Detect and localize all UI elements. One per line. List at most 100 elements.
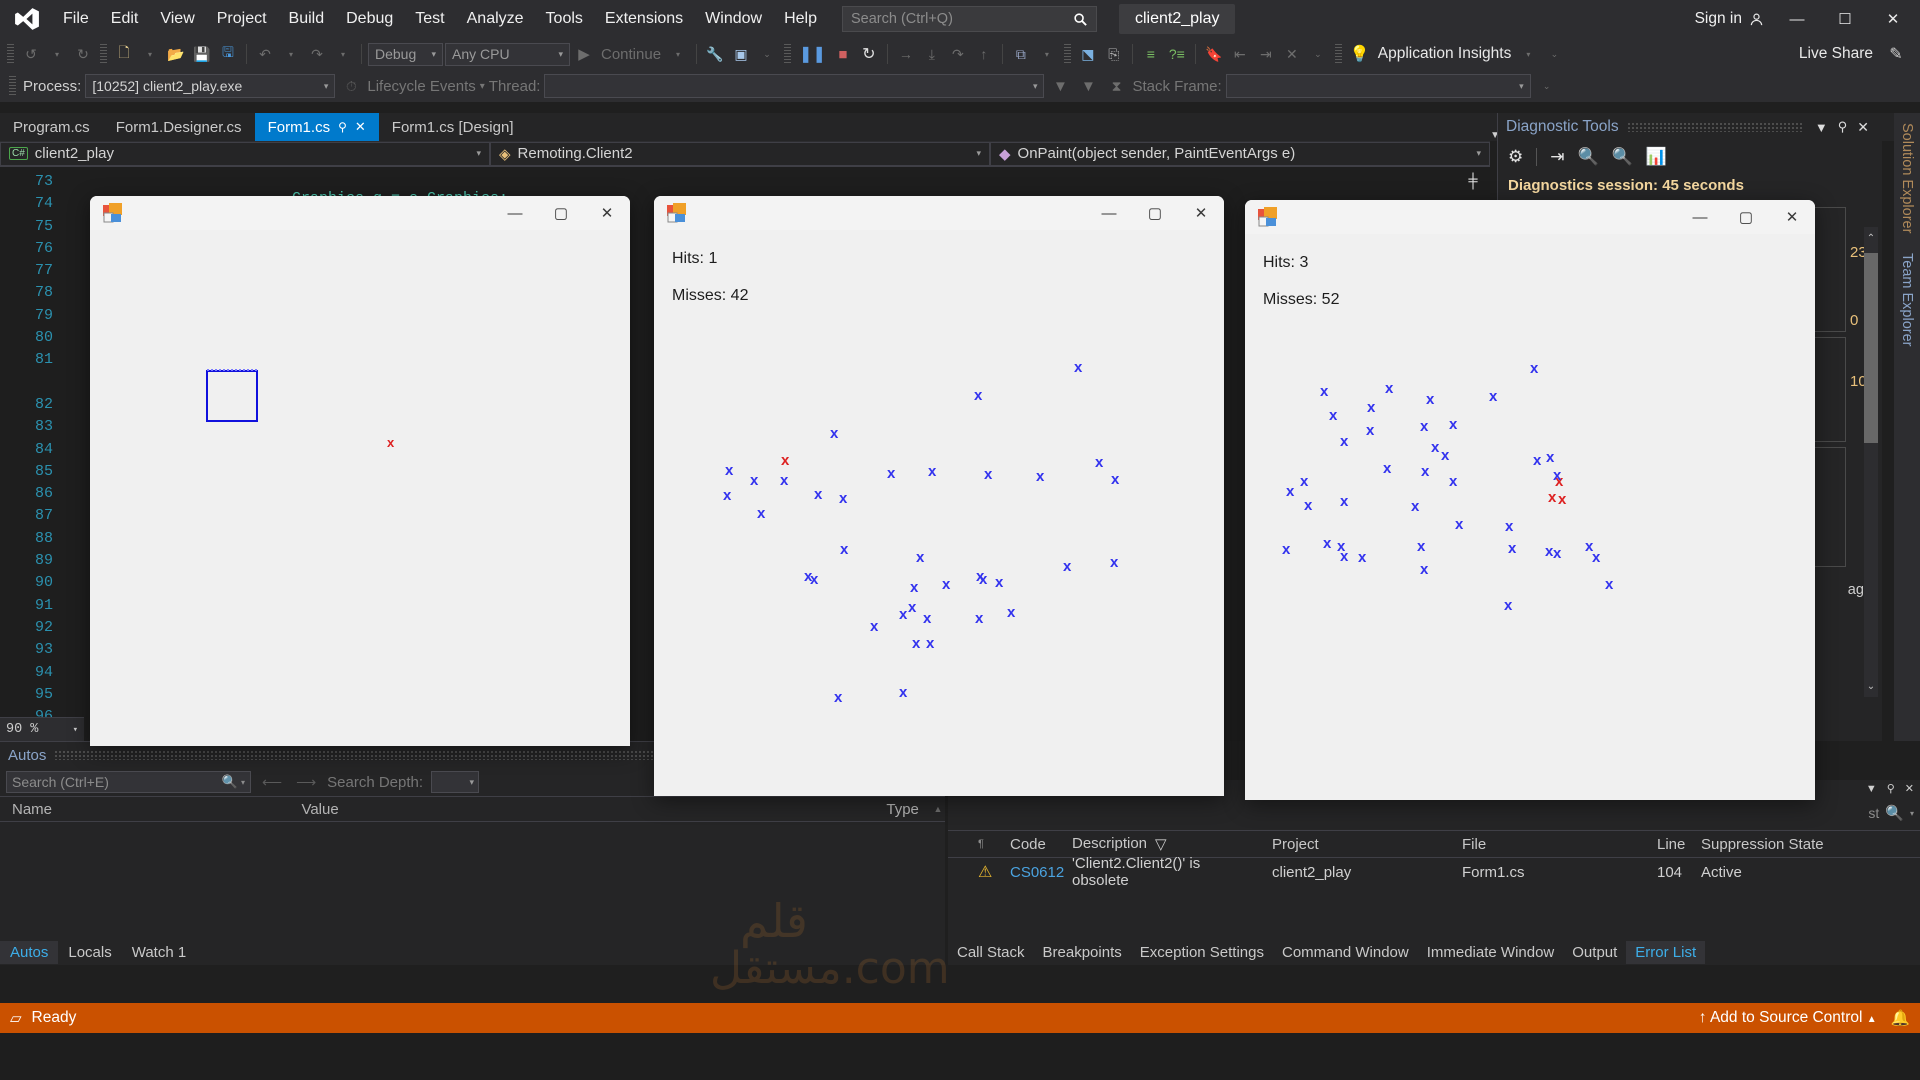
menu-test[interactable]: Test	[404, 6, 455, 32]
prev-bookmark-icon[interactable]: ⇤	[1228, 41, 1252, 67]
search-icon[interactable]: 🔍	[1885, 804, 1904, 822]
process-bar-overflow-icon[interactable]: ⌄	[1535, 73, 1559, 99]
tab-command-window[interactable]: Command Window	[1273, 941, 1418, 964]
drag-dots[interactable]	[1626, 122, 1802, 132]
select-tool-icon[interactable]: ⇥	[1550, 147, 1564, 167]
bookmark-overflow-icon[interactable]: ⌄	[1306, 41, 1330, 67]
minimize-button[interactable]: —	[492, 196, 538, 230]
column-code[interactable]: Code	[1000, 836, 1062, 853]
game-canvas[interactable]: Hits: 3 Misses: 52 xxxxxxxxxxxxxxxxxxxxx…	[1245, 234, 1815, 800]
sign-in-button[interactable]: Sign in	[1687, 6, 1772, 32]
add-to-source-control-button[interactable]: ↑ Add to Source Control ▲	[1699, 1009, 1877, 1027]
menu-debug[interactable]: Debug	[335, 6, 404, 32]
menu-help[interactable]: Help	[773, 6, 828, 32]
search-dropdown-icon[interactable]: ▾	[241, 778, 245, 787]
search-dropdown-icon[interactable]: ▾	[1910, 809, 1914, 818]
window-title-bar[interactable]: — ▢ ✕	[90, 196, 630, 230]
close-icon[interactable]: ✕	[355, 119, 366, 135]
notifications-icon[interactable]: 🔔	[1891, 1009, 1910, 1028]
tab-error-list[interactable]: Error List	[1626, 940, 1706, 964]
live-share-button[interactable]: Live Share	[1796, 41, 1876, 67]
gear-icon[interactable]: ⚙	[1508, 147, 1523, 167]
tab-autos[interactable]: Autos	[0, 940, 59, 964]
stop-icon[interactable]: ■	[831, 41, 855, 67]
tab-immediate-window[interactable]: Immediate Window	[1418, 941, 1564, 964]
search-icon[interactable]: 🔍	[222, 774, 238, 790]
tab-form1-cs-design[interactable]: Form1.cs [Design]	[379, 113, 527, 141]
comment-block-icon[interactable]: ⎘	[1102, 41, 1126, 67]
redo-icon[interactable]: ↷	[305, 41, 329, 67]
undo-dropdown-icon[interactable]: ▾	[279, 41, 303, 67]
pin-icon[interactable]: ⚲	[338, 120, 347, 134]
menu-edit[interactable]: Edit	[100, 6, 150, 32]
hot-reload-icon[interactable]: 🔧	[703, 41, 727, 67]
start-debug-icon[interactable]: ▶	[572, 41, 596, 67]
menu-analyze[interactable]: Analyze	[456, 6, 535, 32]
menu-extensions[interactable]: Extensions	[594, 6, 694, 32]
diagnostics-scrollbar[interactable]: ⌃ ⌄	[1864, 227, 1878, 697]
search-next-icon[interactable]: ⟶	[293, 774, 319, 791]
tab-exception-settings[interactable]: Exception Settings	[1131, 941, 1273, 964]
lifecycle-events-label[interactable]: Lifecycle Events	[367, 78, 475, 95]
sidebar-item-team-explorer[interactable]: Team Explorer	[1894, 243, 1920, 356]
menu-view[interactable]: View	[149, 6, 205, 32]
game-canvas[interactable]: x	[90, 230, 630, 746]
clear-bookmarks-icon[interactable]: ✕	[1280, 41, 1304, 67]
bookmark-icon[interactable]: 🔖	[1202, 41, 1226, 67]
toolbar-grip-4[interactable]	[1063, 44, 1071, 64]
autos-scroll-up-icon[interactable]: ▲	[931, 804, 945, 814]
lightbulb-icon[interactable]: 💡	[1347, 41, 1373, 67]
step-into-icon[interactable]: →	[894, 41, 918, 67]
menu-window[interactable]: Window	[694, 6, 773, 32]
sidebar-item-solution-explorer[interactable]: Solution Explorer	[1894, 113, 1920, 243]
column-name[interactable]: Name	[0, 801, 289, 818]
step-up-icon[interactable]: ↑	[972, 41, 996, 67]
window-middle[interactable]: — ▢ ✕ Hits: 1 Misses: 42 xxxxxxxxxxxxxxx…	[654, 196, 1224, 796]
column-file[interactable]: File	[1452, 836, 1647, 853]
close-icon[interactable]: ✕	[1905, 782, 1914, 795]
scrollbar-thumb[interactable]	[1864, 253, 1878, 443]
window-title-bar[interactable]: — ▢ ✕	[654, 196, 1224, 230]
restart-icon[interactable]: ↻	[857, 41, 881, 67]
window-right[interactable]: — ▢ ✕ Hits: 3 Misses: 52 xxxxxxxxxxxxxxx…	[1245, 200, 1815, 800]
open-file-icon[interactable]: 📂	[164, 41, 188, 67]
game-canvas[interactable]: Hits: 1 Misses: 42 xxxxxxxxxxxxxxxxxxxxx…	[654, 230, 1224, 796]
feedback-icon[interactable]: ✎	[1884, 41, 1908, 67]
menu-project[interactable]: Project	[206, 6, 278, 32]
toolbar-grip-3[interactable]	[784, 44, 792, 64]
maximize-button[interactable]: ☐	[1822, 2, 1868, 36]
column-description[interactable]: Description ▽	[1062, 835, 1262, 853]
column-severity-icon[interactable]: ¶	[968, 838, 1000, 850]
chevron-down-icon[interactable]: ▼	[1866, 783, 1877, 795]
close-button[interactable]: ✕	[1769, 200, 1815, 234]
platform-select[interactable]: Any CPU ▾	[445, 42, 570, 66]
navigate-back-dropdown-icon[interactable]: ▾	[45, 41, 69, 67]
close-button[interactable]: ✕	[1870, 2, 1916, 36]
undo-icon[interactable]: ↶	[253, 41, 277, 67]
redo-dropdown-icon[interactable]: ▾	[331, 41, 355, 67]
zoom-out-icon[interactable]: 🔍	[1612, 147, 1633, 167]
toolbar-grip-2[interactable]	[100, 44, 107, 64]
process-select[interactable]: [10252] client2_play.exe ▾	[85, 74, 336, 98]
select-element-icon[interactable]: ⬔	[1076, 41, 1100, 67]
zoom-in-icon[interactable]: 🔍	[1578, 147, 1599, 167]
tab-locals[interactable]: Locals	[58, 941, 121, 964]
show-threads-icon[interactable]: ⧗	[1104, 73, 1128, 99]
thread-dropdown-icon[interactable]: ▾	[1035, 41, 1059, 67]
search-depth-select[interactable]: ▾	[431, 771, 480, 793]
editor-split-handle[interactable]: ╪	[1462, 170, 1484, 192]
quick-search-input[interactable]: Search (Ctrl+Q)	[841, 6, 1097, 32]
continue-dropdown-icon[interactable]: ▾	[666, 41, 690, 67]
overflow-icon[interactable]: ⌄	[755, 41, 779, 67]
column-suppression-state[interactable]: Suppression State	[1691, 836, 1920, 853]
tab-breakpoints[interactable]: Breakpoints	[1034, 941, 1131, 964]
column-project[interactable]: Project	[1262, 836, 1452, 853]
pause-icon[interactable]: ❚❚	[796, 41, 829, 67]
pin-icon[interactable]: ⚲	[1887, 782, 1895, 795]
toolbar-grip[interactable]	[7, 44, 14, 64]
error-list-search[interactable]: st 🔍 ▾	[1868, 804, 1914, 822]
menu-tools[interactable]: Tools	[535, 6, 594, 32]
application-insights-button[interactable]: Application Insights	[1375, 41, 1515, 67]
toolbar-overflow-icon[interactable]: ⌄	[1542, 41, 1566, 67]
column-value[interactable]: Value	[289, 801, 874, 818]
